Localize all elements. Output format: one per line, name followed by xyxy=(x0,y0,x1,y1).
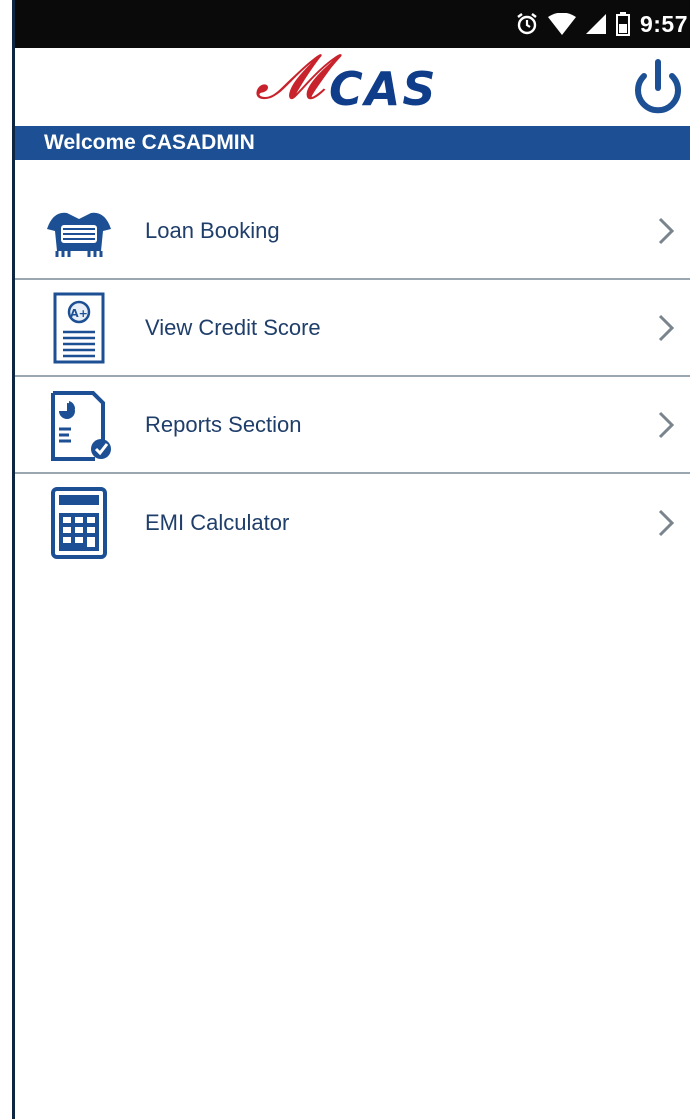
menu-item-reports-section[interactable]: Reports Section xyxy=(15,377,690,474)
chevron-right-icon xyxy=(658,314,675,341)
power-icon xyxy=(635,59,681,114)
alarm-icon xyxy=(517,13,537,35)
chevron-right-icon xyxy=(658,411,675,438)
chevron-right-icon xyxy=(658,509,675,536)
handshake-icon xyxy=(47,212,111,257)
report-icon xyxy=(51,390,111,461)
signal-icon xyxy=(585,14,606,34)
app-logo: 𝓜 CAS xyxy=(255,46,485,122)
menu-item-label: EMI Calculator xyxy=(145,509,290,535)
main-menu: Loan Booking A+ View Credit Score Report… xyxy=(15,183,690,571)
menu-item-loan-booking[interactable]: Loan Booking xyxy=(15,183,690,280)
status-icons: 9:57 xyxy=(516,0,688,48)
svg-text:A+: A+ xyxy=(70,307,88,320)
logo-word: CAS xyxy=(329,62,438,116)
credit-score-icon: A+ xyxy=(53,292,105,363)
status-bar: 9:57 xyxy=(15,0,690,48)
welcome-bar: Welcome CASADMIN xyxy=(15,126,690,160)
battery-icon xyxy=(615,12,630,36)
menu-item-emi-calculator[interactable]: EMI Calculator xyxy=(15,474,690,571)
menu-item-label: View Credit Score xyxy=(145,314,321,340)
logo-script: 𝓜 xyxy=(255,40,324,113)
chevron-right-icon xyxy=(658,217,675,244)
menu-item-view-credit-score[interactable]: A+ View Credit Score xyxy=(15,280,690,377)
menu-item-label: Reports Section xyxy=(145,411,302,437)
status-time: 9:57 xyxy=(639,10,688,37)
wifi-icon xyxy=(547,13,576,35)
app-header: 𝓜 CAS xyxy=(15,46,690,126)
calculator-icon xyxy=(51,486,107,559)
menu-item-label: Loan Booking xyxy=(145,217,280,243)
app-frame: 9:57 𝓜 CAS Welcome CASADMIN Loan Booking xyxy=(12,0,690,1119)
power-button[interactable] xyxy=(626,58,690,120)
